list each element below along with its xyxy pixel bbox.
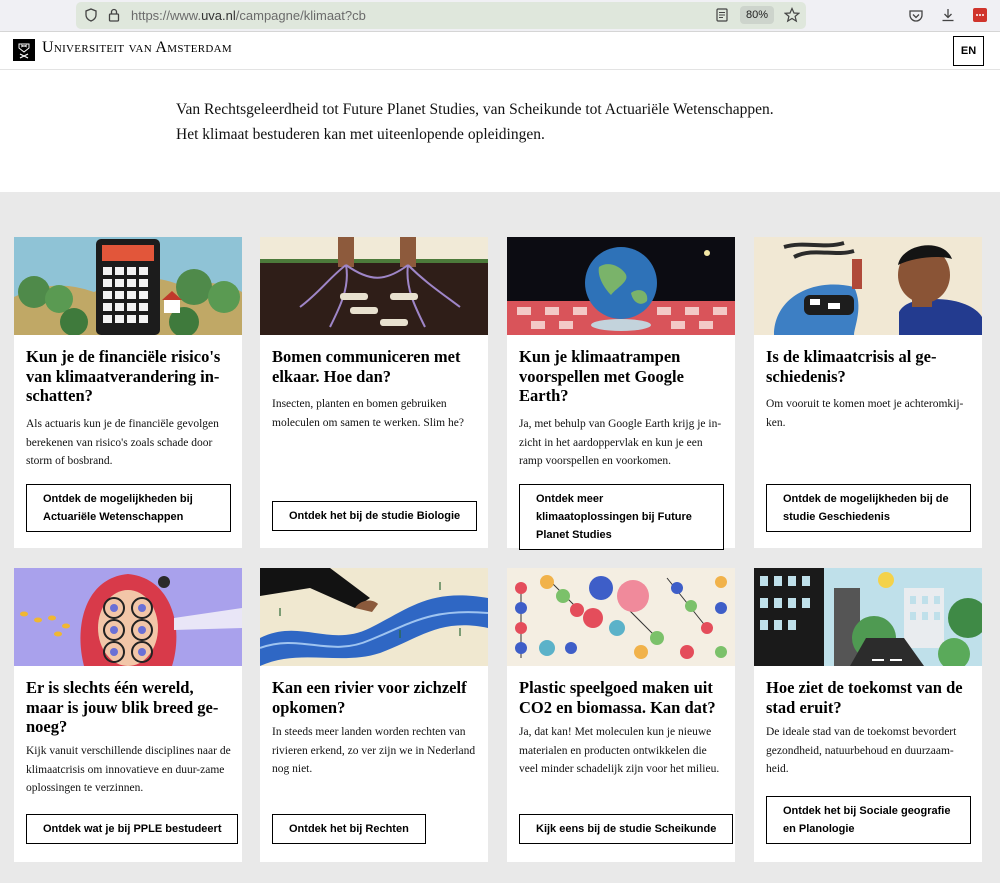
card-illustration-calculator bbox=[14, 237, 242, 335]
uva-logo-icon[interactable] bbox=[13, 39, 35, 61]
card-illustration-river bbox=[260, 568, 488, 666]
explore-history-button[interactable]: Ontdek de mogelijkheden bij de studie Ge… bbox=[766, 484, 971, 532]
intro-line-2: Het klimaat bestuderen kan met uiteenlop… bbox=[176, 126, 545, 143]
card-illustration-city bbox=[754, 568, 982, 666]
card-law: Kan een rivier voor zichzelf opkomen? In… bbox=[260, 568, 488, 862]
explore-planning-button[interactable]: Ontdek het bij Sociale geografie en Plan… bbox=[766, 796, 971, 844]
card-text: Om vooruit te komen moet je achteromkij-… bbox=[766, 398, 964, 429]
card-text: Kijk vanuit verschillende disciplines na… bbox=[26, 745, 231, 794]
card-text: Ja, met behulp van Google Earth krijg je… bbox=[519, 418, 722, 467]
download-icon[interactable] bbox=[940, 7, 956, 23]
card-pple: Er is slechts één wereld, maar is jouw b… bbox=[14, 568, 242, 862]
intro-section: Van Rechtsgeleerdheid tot Future Planet … bbox=[0, 70, 1000, 192]
shield-icon[interactable] bbox=[84, 8, 98, 22]
explore-law-button[interactable]: Ontdek het bij Rechten bbox=[272, 814, 426, 844]
card-title: Bomen communiceren met elkaar. Hoe dan? bbox=[272, 347, 461, 386]
card-text: Als actuaris kun je de financiële gevolg… bbox=[26, 418, 219, 467]
reader-view-icon[interactable] bbox=[716, 8, 728, 22]
card-title: Plastic speelgoed maken uit CO2 en bioma… bbox=[519, 678, 716, 717]
card-biology: Bomen communiceren met elkaar. Hoe dan? … bbox=[260, 237, 488, 548]
card-history: Is de klimaatcrisis al ge-schiedenis? Om… bbox=[754, 237, 982, 548]
card-text: Insecten, planten en bomen gebruiken mol… bbox=[272, 398, 464, 429]
site-logo-text[interactable]: Universiteit van Amsterdam bbox=[42, 39, 232, 57]
card-text: De ideale stad van de toekomst bevordert… bbox=[766, 726, 957, 775]
lock-icon[interactable] bbox=[108, 8, 120, 22]
card-illustration-molecules bbox=[507, 568, 735, 666]
card-title: Er is slechts één wereld, maar is jouw b… bbox=[26, 678, 219, 736]
card-planning: Hoe ziet de toekomst van de stad eruit? … bbox=[754, 568, 982, 862]
url-text: https://www.uva.nl/campagne/klimaat?cb bbox=[131, 8, 366, 23]
explore-chemistry-button[interactable]: Kijk eens bij de studie Scheikunde bbox=[519, 814, 734, 844]
explore-biology-button[interactable]: Ontdek het bij de studie Biologie bbox=[272, 501, 478, 531]
address-bar[interactable]: https://www.uva.nl/campagne/klimaat?cb 8… bbox=[76, 2, 806, 29]
card-chemistry: Plastic speelgoed maken uit CO2 en bioma… bbox=[507, 568, 735, 862]
extension-icon[interactable] bbox=[973, 8, 987, 22]
zoom-level-badge[interactable]: 80% bbox=[740, 6, 774, 24]
card-illustration-tree-roots bbox=[260, 237, 488, 335]
card-title: Kan een rivier voor zichzelf opkomen? bbox=[272, 678, 467, 717]
explore-actuarial-button[interactable]: Ontdek de mogelijkheden bij Actuariële W… bbox=[26, 484, 231, 532]
bookmark-star-icon[interactable] bbox=[784, 7, 800, 23]
card-future-planet: Kun je klimaatrampen voorspellen met Goo… bbox=[507, 237, 735, 550]
card-title: Kun je de financiële risico's van klimaa… bbox=[26, 347, 221, 405]
intro-line-1: Van Rechtsgeleerdheid tot Future Planet … bbox=[176, 101, 774, 118]
card-actuarial: Kun je de financiële risico's van klimaa… bbox=[14, 237, 242, 548]
card-illustration-history bbox=[754, 237, 982, 335]
card-text: In steeds meer landen worden rechten van… bbox=[272, 726, 476, 775]
card-illustration-globe bbox=[507, 237, 735, 335]
card-title: Hoe ziet de toekomst van de stad eruit? bbox=[766, 678, 963, 717]
card-illustration-eyes bbox=[14, 568, 242, 666]
site-header: Universiteit van Amsterdam EN bbox=[0, 32, 1000, 70]
pocket-icon[interactable] bbox=[908, 8, 924, 24]
card-title: Is de klimaatcrisis al ge-schiedenis? bbox=[766, 347, 937, 386]
browser-toolbar: https://www.uva.nl/campagne/klimaat?cb 8… bbox=[0, 0, 1000, 32]
explore-future-planet-button[interactable]: Ontdek meer klimaatoplossingen bij Futur… bbox=[519, 484, 724, 550]
card-title: Kun je klimaatrampen voorspellen met Goo… bbox=[519, 347, 684, 405]
card-text: Ja, dat kan! Met moleculen kun je nieuwe… bbox=[519, 726, 720, 775]
language-switch-button[interactable]: EN bbox=[953, 36, 984, 66]
explore-pple-button[interactable]: Ontdek wat je bij PPLE bestudeert bbox=[26, 814, 239, 844]
